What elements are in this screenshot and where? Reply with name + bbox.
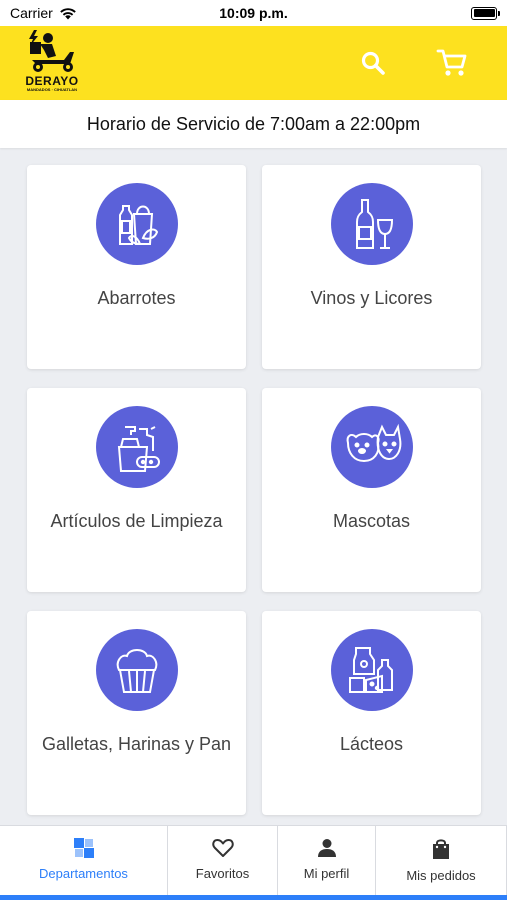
category-label: Artículos de Limpieza (50, 511, 223, 531)
cart-icon (436, 49, 467, 76)
dairy-icon (331, 629, 413, 711)
search-button[interactable] (356, 46, 390, 80)
service-hours-banner: Horario de Servicio de 7:00am a 22:00pm (0, 100, 507, 148)
battery-icon (471, 6, 500, 20)
tab-label: Mi perfil (303, 866, 350, 881)
bottom-tab-bar: Departamentos Favoritos Mi perfil Mis pe… (0, 825, 507, 900)
category-card-articulos-de-limpieza[interactable]: Artículos de Limpieza (27, 388, 246, 592)
category-grid: Abarrotes Vinos y Licores Artículos de L… (0, 148, 507, 825)
departments-icon (73, 838, 94, 858)
category-label: Vinos y Licores (310, 288, 433, 308)
service-hours-text: Horario de Servicio de 7:00am a 22:00pm (86, 113, 421, 134)
category-label: Lácteos (339, 734, 404, 754)
wifi-icon (59, 7, 76, 19)
category-card-abarrotes[interactable]: Abarrotes (27, 165, 246, 369)
logo[interactable]: DERAYO MANDADOS · CIHUATLAN (18, 30, 86, 96)
pets-icon (331, 406, 413, 488)
heart-icon (211, 839, 234, 857)
category-card-mascotas[interactable]: Mascotas (262, 388, 481, 592)
tab-label: Favoritos (195, 866, 250, 881)
tab-label: Mis pedidos (406, 868, 476, 883)
logo-subtitle: MANDADOS · CIHUATLAN (26, 87, 78, 92)
carrier-label: Carrier (10, 5, 53, 21)
cart-button[interactable] (435, 46, 469, 80)
category-label: Mascotas (332, 511, 411, 531)
tab-label: Departamentos (39, 866, 128, 881)
status-left: Carrier (10, 5, 77, 21)
cupcake-icon (96, 629, 178, 711)
tab-favoritos[interactable]: Favoritos (168, 826, 278, 896)
cleaning-supplies-icon (96, 406, 178, 488)
scooter-logo-icon (29, 30, 74, 72)
category-card-vinos-y-licores[interactable]: Vinos y Licores (262, 165, 481, 369)
search-icon (361, 51, 385, 75)
person-icon (317, 839, 336, 857)
shopping-bag-icon (433, 839, 449, 859)
tab-mi-perfil[interactable]: Mi perfil (278, 826, 376, 896)
category-card-galletas-harinas-y-pan[interactable]: Galletas, Harinas y Pan (27, 611, 246, 815)
tab-mis-pedidos[interactable]: Mis pedidos (376, 826, 507, 896)
wine-bottle-icon (331, 183, 413, 265)
logo-title: DERAYO (25, 74, 79, 88)
tab-departamentos[interactable]: Departamentos (0, 826, 168, 896)
app-header: DERAYO MANDADOS · CIHUATLAN (0, 26, 507, 100)
groceries-icon (96, 183, 178, 265)
category-label: Abarrotes (97, 288, 176, 308)
status-bar: Carrier 10:09 p.m. (0, 0, 507, 26)
category-label: Galletas, Harinas y Pan (41, 734, 232, 754)
home-indicator-bar (0, 895, 507, 900)
category-card-lacteos[interactable]: Lácteos (262, 611, 481, 815)
